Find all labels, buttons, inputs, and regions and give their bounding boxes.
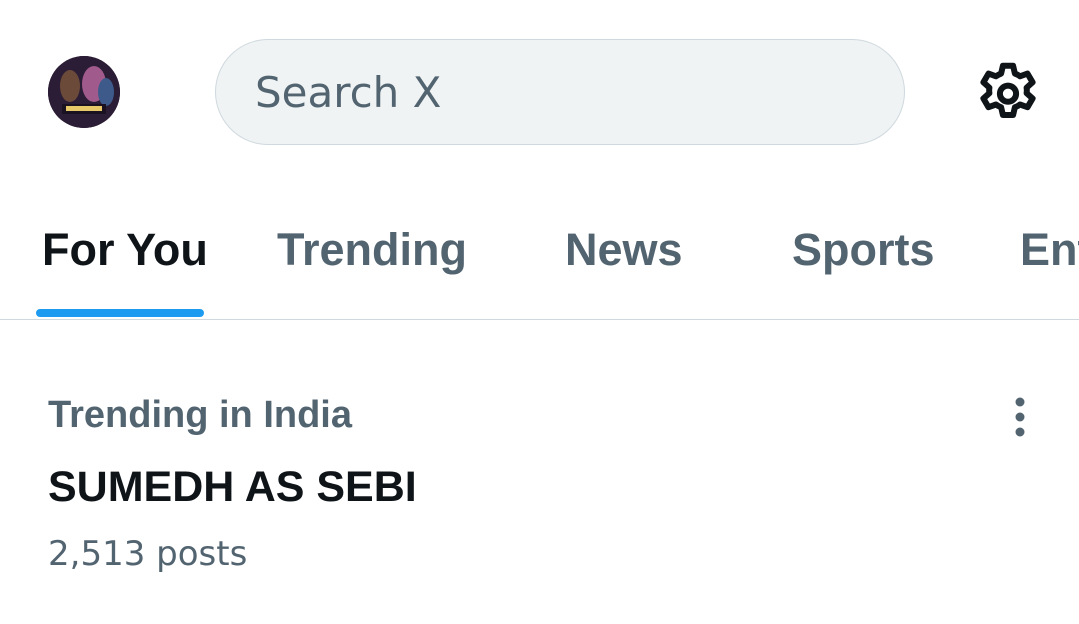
trend-context: Trending in India	[48, 394, 352, 436]
gear-icon[interactable]	[972, 58, 1044, 130]
tab-trending[interactable]: Trending	[277, 224, 467, 276]
more-vertical-icon[interactable]	[1000, 395, 1040, 439]
trend-post-count: 2,513 posts	[48, 534, 248, 574]
search-input[interactable]	[253, 66, 904, 118]
active-tab-indicator	[36, 309, 204, 317]
trend-item[interactable]: Trending in India SUMEDH AS SEBI 2,513 p…	[0, 321, 1079, 624]
trend-name: SUMEDH AS SEBI	[48, 463, 417, 511]
avatar-image	[48, 56, 120, 128]
tab-sports[interactable]: Sports	[792, 224, 935, 276]
tab-for-you[interactable]: For You	[42, 224, 208, 276]
tab-news[interactable]: News	[565, 224, 683, 276]
search-bar[interactable]	[215, 39, 905, 145]
tab-entertainment[interactable]: Ent	[1020, 224, 1079, 276]
avatar[interactable]	[48, 56, 120, 128]
tab-bar: For You Trending News Sports Ent	[0, 200, 1079, 320]
